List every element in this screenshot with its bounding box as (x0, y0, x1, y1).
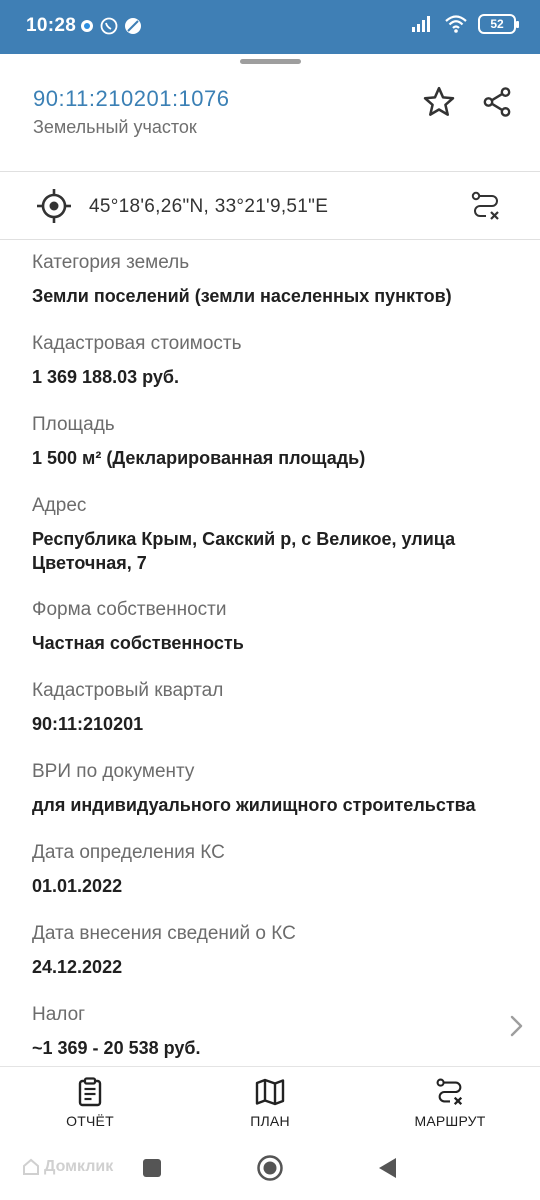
coordinates-text[interactable]: 45°18'6,26"N, 33°21'9,51"E (89, 196, 328, 218)
status-left-icons (80, 17, 142, 35)
sheet-drag-handle[interactable] (240, 59, 301, 64)
field-value-cadastral-quarter: 90:11:210201 (32, 714, 144, 734)
nav-report-button[interactable]: ОТЧЁТ (15, 1067, 165, 1139)
battery-icon: 52 (478, 14, 519, 34)
field-label-cadastral-quarter: Кадастровый квартал (32, 680, 224, 701)
object-header: 90:11:210201:1076 Земельный участок (0, 70, 540, 172)
notification-dot-icon (81, 20, 93, 32)
chevron-right-icon[interactable] (504, 1012, 528, 1040)
wifi-icon (445, 15, 467, 33)
no-disturb-icon (125, 18, 141, 34)
domclick-logo-icon (23, 1158, 39, 1175)
route-button[interactable] (466, 186, 506, 226)
status-time: 10:28 (26, 15, 77, 36)
system-navigation-bar: Домклик (0, 1138, 540, 1200)
field-value-land-category: Земли поселений (земли населенных пункто… (32, 286, 452, 306)
field-label-entry-date: Дата внесения сведений о КС (32, 923, 296, 944)
share-button[interactable] (475, 80, 519, 124)
field-value-area: 1 500 м² (Декларированная площадь) (32, 448, 366, 468)
status-right-icons: 52 (410, 14, 519, 34)
recent-apps-button[interactable] (142, 1158, 162, 1178)
signal-icon (412, 16, 430, 32)
favorite-button[interactable] (417, 80, 461, 124)
route-off-icon (471, 191, 499, 220)
nav-report-label: ОТЧЁТ (66, 1113, 114, 1129)
nav-plan-label: ПЛАН (250, 1113, 290, 1129)
field-label-valuation-date: Дата определения КС (32, 842, 225, 863)
route-off-icon (436, 1078, 463, 1106)
field-value-address: Республика Крым, Сакский р, с Великое, у… (32, 529, 456, 573)
coordinates-row: 45°18'6,26"N, 33°21'9,51"E (0, 172, 540, 240)
nav-route-button[interactable]: МАРШРУТ (375, 1067, 525, 1139)
field-value-cadastral-value: 1 369 188.03 руб. (32, 367, 179, 387)
field-label-land-category: Категория земель (32, 252, 190, 273)
field-value-valuation-date: 01.01.2022 (32, 876, 123, 896)
field-value-tax[interactable]: ~1 369 - 20 538 руб. (32, 1036, 502, 1060)
object-type: Земельный участок (33, 117, 197, 137)
field-value-ownership: Частная собственность (32, 633, 244, 653)
field-label-cadastral-value: Кадастровая стоимость (32, 333, 242, 354)
star-icon (423, 86, 455, 116)
cadastral-number[interactable]: 90:11:210201:1076 (33, 86, 230, 112)
status-bar: 10:28 52 (0, 0, 540, 54)
field-label-permitted-use: ВРИ по документу (32, 761, 195, 782)
field-label-area: Площадь (32, 414, 115, 435)
viber-icon (100, 17, 118, 35)
home-button[interactable] (256, 1154, 284, 1182)
field-value-entry-date: 24.12.2022 (32, 957, 123, 977)
nav-route-label: МАРШРУТ (414, 1113, 486, 1129)
back-button[interactable] (376, 1156, 398, 1180)
battery-level: 52 (490, 17, 504, 31)
watermark: Домклик (22, 1158, 113, 1176)
field-label-address: Адрес (32, 495, 87, 516)
share-icon (483, 87, 511, 117)
bottom-navigation: ОТЧЁТ ПЛАН МАРШРУТ (0, 1066, 540, 1138)
watermark-text: Домклик (44, 1158, 114, 1175)
nav-plan-button[interactable]: ПЛАН (195, 1067, 345, 1139)
location-target-icon[interactable] (36, 188, 72, 224)
map-icon (255, 1078, 285, 1106)
field-value-permitted-use: для индивидуального жилищного строительс… (32, 795, 476, 815)
clipboard-report-icon (78, 1077, 102, 1107)
field-label-tax[interactable]: Налог (32, 1004, 85, 1026)
field-label-ownership: Форма собственности (32, 599, 227, 620)
